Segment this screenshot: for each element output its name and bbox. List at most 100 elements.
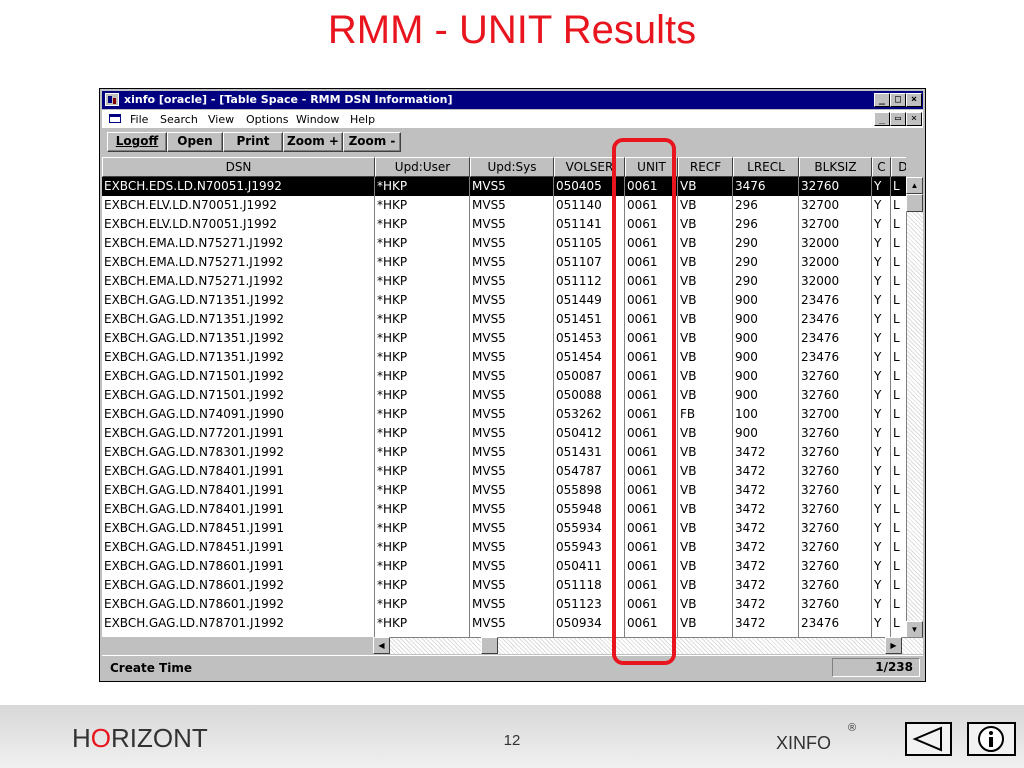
table-cell: 32760 <box>801 426 840 440</box>
document-icon[interactable] <box>109 114 121 123</box>
table-cell: 23476 <box>801 293 840 307</box>
table-cell: 0061 <box>627 578 658 592</box>
column-header[interactable]: UNIT <box>625 157 678 177</box>
table-row[interactable]: EXBCH.ELV.LD.N70051.J1992 *HKP MVS5 051140 0… <box>102 196 906 215</box>
menu-bar: File Search View Options Window Help _ ▭… <box>102 110 923 128</box>
table-cell: 23476 <box>801 312 840 326</box>
table-row[interactable]: EXBCH.GAG.LD.N71351.J1992 *HKP MVS5 051449 0… <box>102 291 906 310</box>
scroll-left-icon[interactable]: ◀ <box>373 637 390 654</box>
table-row[interactable]: EXBCH.GAG.LD.N78601.J1992 *HKP MVS5 051118 0… <box>102 576 906 595</box>
column-header[interactable]: Upd:Sys <box>470 157 554 177</box>
table-cell: L <box>893 540 900 554</box>
child-close-button[interactable]: × <box>906 112 922 126</box>
info-icon[interactable] <box>967 722 1016 756</box>
table-cell: Y <box>874 578 882 592</box>
table-cell: MVS5 <box>472 236 506 250</box>
table-row[interactable]: EXBCH.GAG.LD.N71351.J1992 *HKP MVS5 051453 0… <box>102 329 906 348</box>
menu-window[interactable]: Window <box>296 113 339 126</box>
table-row[interactable]: EXBCH.EMA.LD.N75271.J1992 *HKP MVS5 051112 0… <box>102 272 906 291</box>
menu-view[interactable]: View <box>208 113 234 126</box>
maximize-button[interactable]: □ <box>890 93 906 107</box>
table-cell: MVS5 <box>472 388 506 402</box>
menu-search[interactable]: Search <box>160 113 198 126</box>
scroll-right-icon[interactable]: ▶ <box>885 637 902 654</box>
table-row[interactable]: EXBCH.ELV.LD.N70051.J1992 *HKP MVS5 051141 0… <box>102 215 906 234</box>
table-cell: 23476 <box>801 331 840 345</box>
record-counter: 1/238 <box>832 658 920 677</box>
table-row[interactable]: EXBCH.GAG.LD.N78701.J1992 *HKP MVS5 050934 0… <box>102 614 906 633</box>
table-cell: 290 <box>735 255 758 269</box>
column-divider <box>553 177 554 637</box>
column-header[interactable]: DSN <box>102 157 375 177</box>
child-restore-button[interactable]: ▭ <box>890 112 906 126</box>
table-row[interactable]: EXBCH.GAG.LD.N78301.J1992 *HKP MVS5 051431 0… <box>102 443 906 462</box>
page-number: 12 <box>503 732 521 749</box>
logoff-button[interactable]: Logoff <box>107 132 167 152</box>
table-row[interactable]: EXBCH.GAG.LD.N78401.J1991 *HKP MVS5 055948 0… <box>102 500 906 519</box>
table-row[interactable]: EXBCH.GAG.LD.N71351.J1992 *HKP MVS5 051454 0… <box>102 348 906 367</box>
table-cell: 3472 <box>735 540 766 554</box>
table-cell: VB <box>680 464 697 478</box>
scroll-down-icon[interactable]: ▼ <box>906 621 923 638</box>
column-header[interactable]: C <box>872 157 891 177</box>
table-cell: 900 <box>735 312 758 326</box>
table-cell: L <box>893 179 900 193</box>
table-cell: 051431 <box>556 445 602 459</box>
column-header[interactable]: Upd:User <box>375 157 470 177</box>
table-row[interactable]: EXBCH.GAG.LD.N74091.J1990 *HKP MVS5 053262 0… <box>102 405 906 424</box>
table-row[interactable]: EXBCH.GAG.LD.N78601.J1991 *HKP MVS5 050411 0… <box>102 557 906 576</box>
table-cell: EXBCH.GAG.LD.N78401.J1991 <box>104 502 285 516</box>
print-button[interactable]: Print <box>223 132 283 152</box>
horizontal-scrollbar[interactable]: ◀ ▶ <box>373 637 923 654</box>
table-row[interactable]: EXBCH.EMA.LD.N75271.J1992 *HKP MVS5 051105 0… <box>102 234 906 253</box>
table-row[interactable]: EXBCH.GAG.LD.N77201.J1991 *HKP MVS5 050412 0… <box>102 424 906 443</box>
table-cell: 051105 <box>556 236 602 250</box>
open-button[interactable]: Open <box>167 132 223 152</box>
menu-options[interactable]: Options <box>246 113 288 126</box>
table-row[interactable]: EXBCH.GAG.LD.N78401.J1991 *HKP MVS5 055898 0… <box>102 481 906 500</box>
table-row[interactable]: EXBCH.GAG.LD.N71351.J1992 *HKP MVS5 051451 0… <box>102 310 906 329</box>
close-button[interactable]: × <box>906 93 922 107</box>
scroll-up-icon[interactable]: ▲ <box>906 177 923 194</box>
vertical-scrollbar[interactable]: ▲ ▼ <box>906 177 923 640</box>
column-header[interactable]: BLKSIZ <box>799 157 872 177</box>
table-cell: L <box>893 483 900 497</box>
table-row[interactable]: EXBCH.GAG.LD.N78451.J1991 *HKP MVS5 055943 0… <box>102 538 906 557</box>
menu-help[interactable]: Help <box>350 113 375 126</box>
table-row[interactable]: EXBCH.GAG.LD.N78601.J1992 *HKP MVS5 051123 0… <box>102 595 906 614</box>
table-cell: MVS5 <box>472 426 506 440</box>
table-cell: Y <box>874 388 882 402</box>
table-cell: MVS5 <box>472 502 506 516</box>
table-cell: 32760 <box>801 521 840 535</box>
table-row[interactable]: EXBCH.GAG.LD.N78401.J1991 *HKP MVS5 054787 0… <box>102 462 906 481</box>
table-cell: L <box>893 331 900 345</box>
table-cell: VB <box>680 388 697 402</box>
horizontal-scroll-thumb[interactable] <box>481 637 498 654</box>
table-cell: MVS5 <box>472 616 506 630</box>
table-row[interactable]: EXBCH.EDS.LD.N70051.J1992 *HKP MVS5 050405 0… <box>102 177 906 196</box>
zoom-in-button[interactable]: Zoom + <box>283 132 343 152</box>
column-header[interactable]: LRECL <box>733 157 799 177</box>
title-bar[interactable]: xinfo [oracle] - [Table Space - RMM DSN … <box>102 91 923 109</box>
back-arrow-icon[interactable] <box>905 722 952 756</box>
minimize-button[interactable]: _ <box>874 93 890 107</box>
table-cell: 051112 <box>556 274 602 288</box>
zoom-out-button[interactable]: Zoom - <box>343 132 401 152</box>
table-row[interactable]: EXBCH.GAG.LD.N71501.J1992 *HKP MVS5 050087 0… <box>102 367 906 386</box>
column-header[interactable]: RECF <box>678 157 733 177</box>
table-row[interactable]: EXBCH.GAG.LD.N71501.J1992 *HKP MVS5 050088 0… <box>102 386 906 405</box>
menu-file[interactable]: File <box>130 113 148 126</box>
column-header[interactable]: Ds <box>891 157 906 177</box>
table-row[interactable]: EXBCH.GAG.LD.N78451.J1991 *HKP MVS5 055934 0… <box>102 519 906 538</box>
table-cell: MVS5 <box>472 350 506 364</box>
table-cell: EXBCH.EMA.LD.N75271.J1992 <box>104 236 284 250</box>
child-minimize-button[interactable]: _ <box>874 112 890 126</box>
table-cell: *HKP <box>377 179 408 193</box>
table-cell: 900 <box>735 293 758 307</box>
table-cell: Y <box>874 407 882 421</box>
column-header[interactable]: VOLSER <box>554 157 625 177</box>
table-cell: MVS5 <box>472 331 506 345</box>
vertical-scroll-thumb[interactable] <box>906 194 923 212</box>
table-row[interactable]: EXBCH.EMA.LD.N75271.J1992 *HKP MVS5 051107 0… <box>102 253 906 272</box>
app-icon[interactable] <box>105 93 119 106</box>
